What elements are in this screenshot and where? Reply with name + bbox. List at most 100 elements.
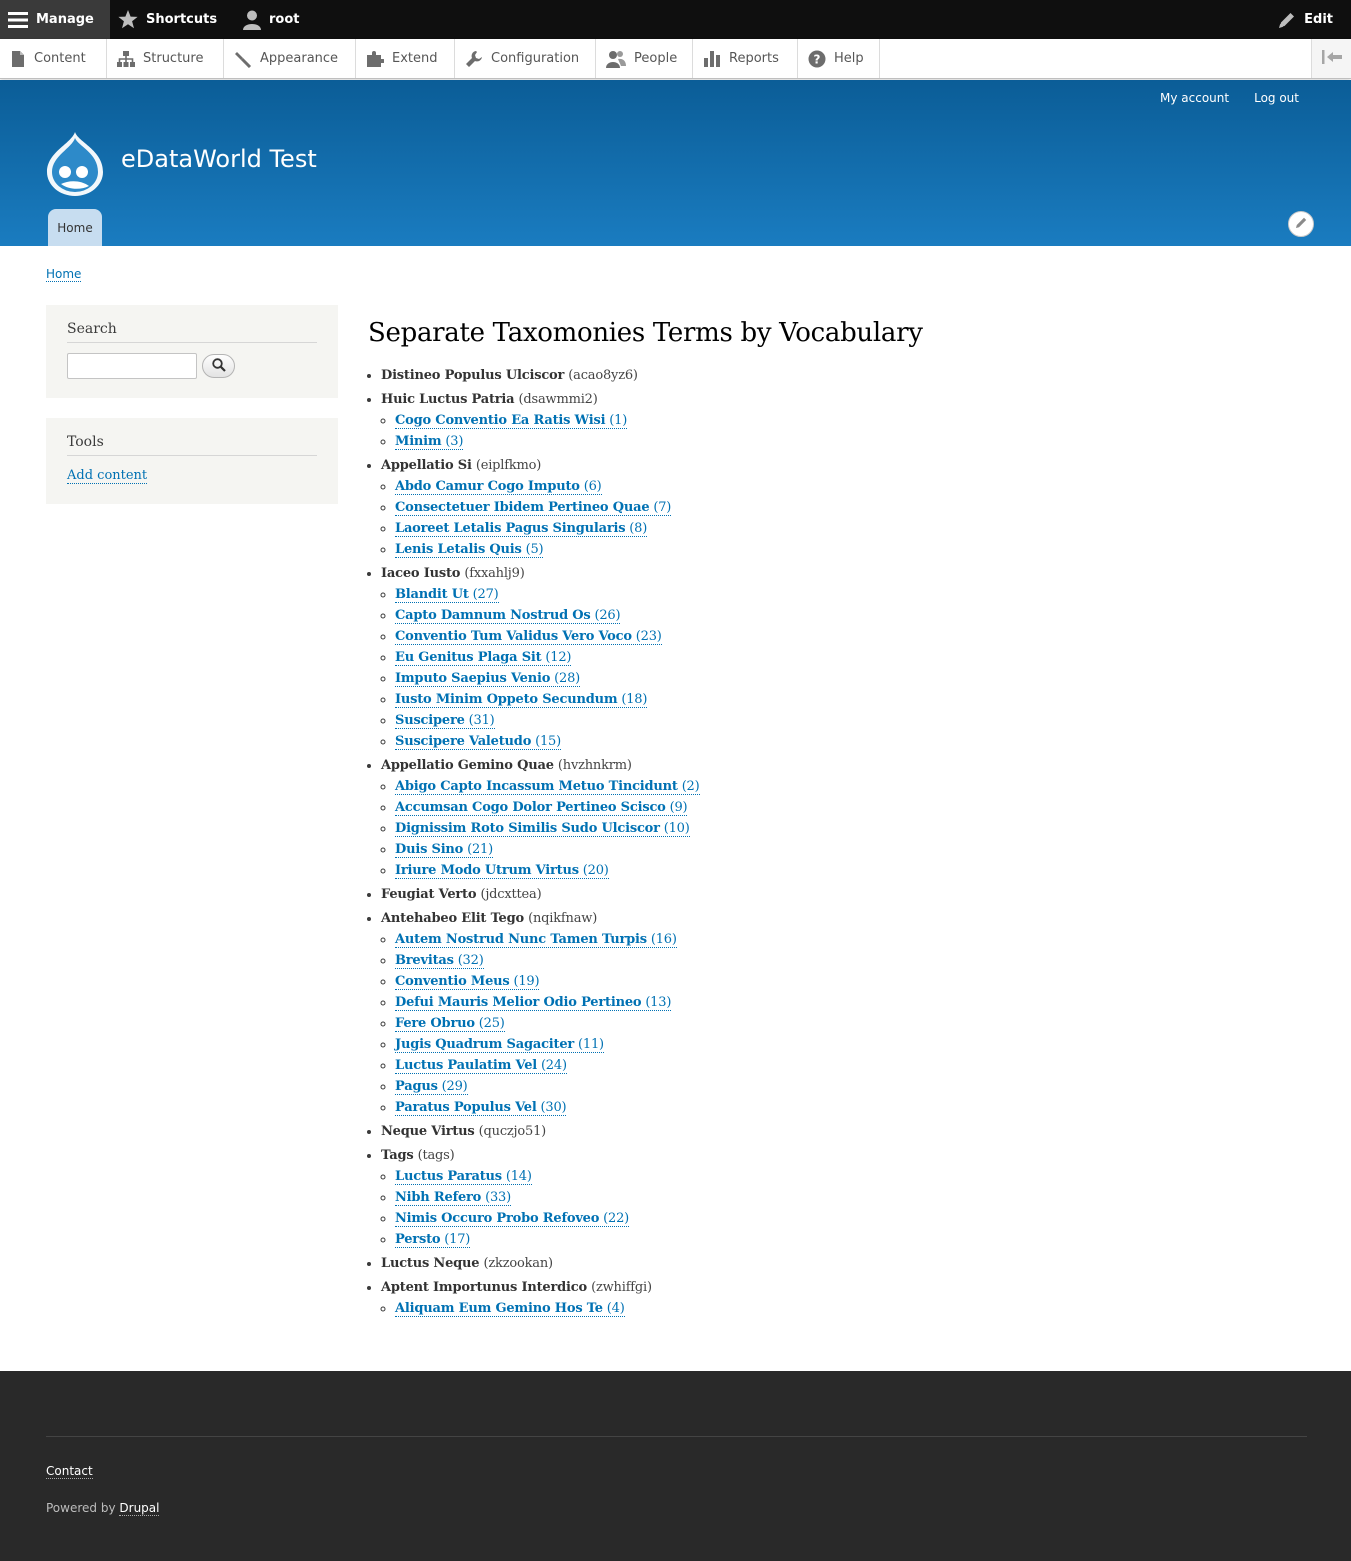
term-link[interactable]: Autem Nostrud Nunc Tamen Turpis (16)	[395, 932, 677, 948]
term-item: Imputo Saepius Venio (28)	[395, 668, 1268, 689]
term-link[interactable]: Cogo Conventio Ea Ratis Wisi (1)	[395, 413, 627, 429]
search-block: Search	[46, 305, 338, 398]
file-icon	[10, 50, 26, 68]
term-link[interactable]: Paratus Populus Vel (30)	[395, 1100, 567, 1116]
edit-toggle[interactable]: Edit	[1278, 0, 1333, 39]
term-count: (13)	[645, 995, 672, 1010]
tools-block-title: Tools	[67, 434, 317, 456]
vocabulary-item: Huic Luctus Patria (dsawmmi2) Cogo Conven…	[381, 389, 1268, 452]
term-link[interactable]: Iusto Minim Oppeto Secundum (18)	[395, 692, 647, 708]
term-link[interactable]: Accumsan Cogo Dolor Pertineo Scisco (9)	[395, 800, 688, 816]
term-count: (2)	[681, 779, 700, 794]
term-link[interactable]: Lenis Letalis Quis (5)	[395, 542, 544, 558]
search-block-title: Search	[67, 321, 317, 343]
term-count: (32)	[457, 953, 484, 968]
term-link[interactable]: Pagus (29)	[395, 1079, 468, 1095]
vocabulary-item: Luctus Neque (zkzookan)	[381, 1253, 1268, 1274]
my-account-link[interactable]: My account	[1160, 91, 1229, 105]
secondary-menu: My account Log out	[1160, 91, 1299, 105]
tools-block: Tools Add content	[46, 418, 338, 504]
term-name: Aliquam Eum Gemino Hos Te	[395, 1301, 603, 1316]
term-name: Nimis Occuro Probo Refoveo	[395, 1211, 600, 1226]
add-content-link[interactable]: Add content	[67, 468, 148, 484]
term-count: (7)	[653, 500, 672, 515]
breadcrumb: Home	[46, 267, 82, 282]
term-name: Consectetuer Ibidem Pertineo Quae	[395, 500, 650, 515]
edit-label: Edit	[1304, 12, 1333, 27]
search-button[interactable]	[202, 354, 235, 378]
term-link[interactable]: Conventio Meus (19)	[395, 974, 540, 990]
term-link[interactable]: Eu Genitus Plaga Sit (12)	[395, 650, 571, 666]
term-link[interactable]: Nibh Refero (33)	[395, 1190, 511, 1206]
vocabulary-item: Antehabeo Elit Tego (nqikfnaw) Autem Nost…	[381, 908, 1268, 1118]
manage-tab[interactable]: Manage	[0, 0, 110, 39]
term-link[interactable]: Duis Sino (21)	[395, 842, 493, 858]
term-item: Dignissim Roto Similis Sudo Ulciscor (10…	[395, 818, 1268, 839]
term-count: (27)	[472, 587, 499, 602]
tray-item-configuration[interactable]: Configuration	[455, 39, 596, 78]
vocabulary-name: Aptent Importunus Interdico	[381, 1280, 587, 1295]
breadcrumb-home-link[interactable]: Home	[46, 267, 82, 282]
log-out-link[interactable]: Log out	[1254, 91, 1299, 105]
term-item: Luctus Paratus (14)	[395, 1166, 1268, 1187]
term-link[interactable]: Suscipere Valetudo (15)	[395, 734, 561, 750]
tray-item-label: Help	[834, 51, 864, 66]
term-link[interactable]: Dignissim Roto Similis Sudo Ulciscor (10…	[395, 821, 690, 837]
term-name: Luctus Paulatim Vel	[395, 1058, 537, 1073]
term-link[interactable]: Capto Damnum Nostrud Os (26)	[395, 608, 621, 624]
term-link[interactable]: Luctus Paulatim Vel (24)	[395, 1058, 567, 1074]
term-link[interactable]: Laoreet Letalis Pagus Singularis (8)	[395, 521, 647, 537]
search-input[interactable]	[67, 353, 197, 379]
term-link[interactable]: Brevitas (32)	[395, 953, 484, 969]
vocabulary-machine-name: (hvzhnkrm)	[557, 758, 632, 773]
term-count: (5)	[525, 542, 544, 557]
term-list: Aliquam Eum Gemino Hos Te (4)	[381, 1298, 1268, 1319]
term-count: (14)	[505, 1169, 532, 1184]
term-link[interactable]: Minim (3)	[395, 434, 463, 450]
site-name[interactable]: eDataWorld Test	[121, 145, 317, 173]
tray-item-appearance[interactable]: Appearance	[224, 39, 356, 78]
term-link[interactable]: Aliquam Eum Gemino Hos Te (4)	[395, 1301, 625, 1317]
term-link[interactable]: Iriure Modo Utrum Virtus (20)	[395, 863, 609, 879]
tray-item-help[interactable]: ? Help	[798, 39, 880, 78]
people-icon	[606, 50, 626, 68]
term-name: Defui Mauris Melior Odio Pertineo	[395, 995, 642, 1010]
term-name: Capto Damnum Nostrud Os	[395, 608, 591, 623]
tray-item-structure[interactable]: Structure	[107, 39, 224, 78]
term-link[interactable]: Nimis Occuro Probo Refoveo (22)	[395, 1211, 629, 1227]
main-menu-home-tab[interactable]: Home	[48, 209, 102, 246]
tray-orientation-toggle[interactable]	[1311, 39, 1351, 78]
term-link[interactable]: Abigo Capto Incassum Metuo Tincidunt (2)	[395, 779, 700, 795]
tray-item-people[interactable]: People	[596, 39, 693, 78]
vocabulary-item: Iaceo Iusto (fxxahlj9) Blandit Ut (27) Cap…	[381, 563, 1268, 752]
term-link[interactable]: Fere Obruo (25)	[395, 1016, 505, 1032]
contextual-edit-button[interactable]	[1288, 211, 1314, 237]
tray-item-reports[interactable]: Reports	[693, 39, 798, 78]
tray-item-extend[interactable]: Extend	[356, 39, 455, 78]
tray-item-label: Extend	[392, 51, 438, 66]
term-item: Suscipere (31)	[395, 710, 1268, 731]
term-link[interactable]: Suscipere (31)	[395, 713, 495, 729]
term-count: (30)	[540, 1100, 567, 1115]
term-link[interactable]: Imputo Saepius Venio (28)	[395, 671, 580, 687]
drupal-logo[interactable]	[45, 130, 105, 196]
drupal-link[interactable]: Drupal	[119, 1501, 160, 1516]
term-item: Minim (3)	[395, 431, 1268, 452]
footer-contact-link[interactable]: Contact	[46, 1464, 93, 1479]
term-link[interactable]: Consectetuer Ibidem Pertineo Quae (7)	[395, 500, 671, 516]
term-link[interactable]: Conventio Tum Validus Vero Voco (23)	[395, 629, 662, 645]
page-title: Separate Taxomonies Terms by Vocabulary	[368, 318, 923, 348]
shortcuts-tab[interactable]: Shortcuts	[118, 0, 217, 39]
vocabulary-item: Neque Virtus (quczjo51)	[381, 1121, 1268, 1142]
term-link[interactable]: Persto (17)	[395, 1232, 470, 1248]
term-item: Persto (17)	[395, 1229, 1268, 1250]
search-icon	[211, 357, 226, 376]
term-link[interactable]: Blandit Ut (27)	[395, 587, 499, 603]
term-link[interactable]: Luctus Paratus (14)	[395, 1169, 532, 1185]
user-tab[interactable]: root	[243, 0, 300, 39]
term-link[interactable]: Defui Mauris Melior Odio Pertineo (13)	[395, 995, 671, 1011]
tray-item-content[interactable]: Content	[0, 39, 107, 78]
powered-by-text: Powered by	[46, 1501, 116, 1515]
term-link[interactable]: Abdo Camur Cogo Imputo (6)	[395, 479, 602, 495]
term-link[interactable]: Jugis Quadrum Sagaciter (11)	[395, 1037, 604, 1053]
